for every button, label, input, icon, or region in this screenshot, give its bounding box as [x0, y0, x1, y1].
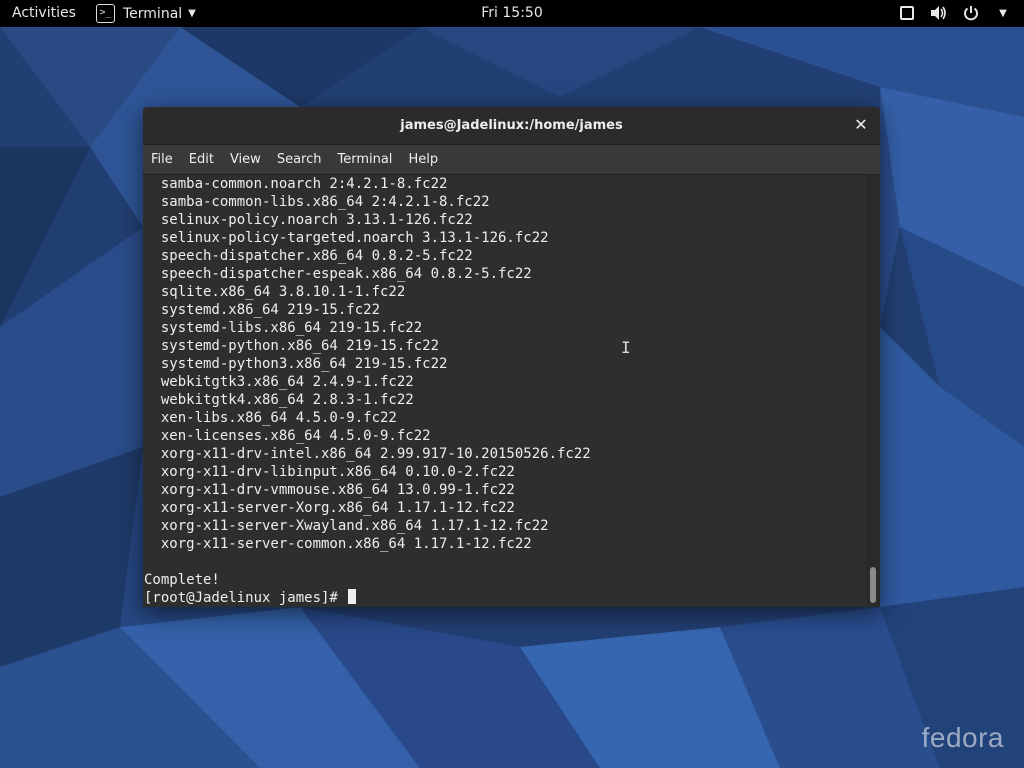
window-title: james@Jadelinux:/home/james	[400, 118, 623, 133]
chevron-down-icon[interactable]: ▼	[994, 4, 1012, 22]
terminal-line: systemd.x86_64 219-15.fc22	[144, 302, 381, 318]
text-cursor	[348, 589, 357, 604]
terminal-line: selinux-policy.noarch 3.13.1-126.fc22	[144, 212, 473, 228]
terminal-line: systemd-libs.x86_64 219-15.fc22	[144, 320, 423, 336]
terminal-output[interactable]: samba-common.noarch 2:4.2.1-8.fc22 samba…	[143, 175, 866, 607]
terminal-prompt-line: [root@Jadelinux james]#	[144, 589, 357, 607]
mouse-ibeam-cursor-icon: I	[621, 338, 631, 357]
app-menu-label: Terminal	[123, 5, 183, 22]
menu-view[interactable]: View	[222, 145, 269, 174]
fedora-logo: fedora	[921, 722, 1004, 753]
terminal-line: samba-common.noarch 2:4.2.1-8.fc22	[144, 176, 448, 192]
terminal-line: webkitgtk4.x86_64 2.8.3-1.fc22	[144, 392, 414, 408]
terminal-line: speech-dispatcher.x86_64 0.8.2-5.fc22	[144, 248, 473, 264]
terminal-line: sqlite.x86_64 3.8.10.1-1.fc22	[144, 284, 406, 300]
scrollbar-thumb[interactable]	[870, 567, 876, 603]
terminal-line: webkitgtk3.x86_64 2.4.9-1.fc22	[144, 374, 414, 390]
menu-file[interactable]: File	[143, 145, 181, 174]
terminal-line: selinux-policy-targeted.noarch 3.13.1-12…	[144, 230, 549, 246]
volume-icon[interactable]	[930, 4, 948, 22]
close-button[interactable]: ✕	[852, 116, 870, 134]
terminal-prompt: [root@Jadelinux james]#	[144, 590, 347, 606]
power-icon[interactable]	[962, 4, 980, 22]
terminal-line: xorg-x11-server-common.x86_64 1.17.1-12.…	[144, 536, 532, 552]
terminal-line: xen-libs.x86_64 4.5.0-9.fc22	[144, 410, 397, 426]
window-icon[interactable]	[898, 4, 916, 22]
menu-bar: File Edit View Search Terminal Help	[143, 145, 880, 175]
terminal-app-icon: >_	[96, 4, 115, 23]
terminal-line: xorg-x11-server-Xwayland.x86_64 1.17.1-1…	[144, 518, 549, 534]
terminal-line: xorg-x11-drv-vmmouse.x86_64 13.0.99-1.fc…	[144, 482, 515, 498]
terminal-line: systemd-python.x86_64 219-15.fc22	[144, 338, 440, 354]
terminal-line: speech-dispatcher-espeak.x86_64 0.8.2-5.…	[144, 266, 532, 282]
terminal-line: systemd-python3.x86_64 219-15.fc22	[144, 356, 448, 372]
clock-button[interactable]: Fri 15:50	[481, 5, 542, 21]
app-menu-button[interactable]: >_ Terminal ▼	[96, 3, 196, 24]
menu-edit[interactable]: Edit	[181, 145, 222, 174]
window-titlebar[interactable]: james@Jadelinux:/home/james ✕	[143, 107, 880, 145]
top-bar: Activities >_ Terminal ▼ Fri 15:50 ▼	[0, 0, 1024, 27]
menu-terminal[interactable]: Terminal	[329, 145, 400, 174]
menu-help[interactable]: Help	[400, 145, 446, 174]
terminal-line: xorg-x11-drv-intel.x86_64 2.99.917-10.20…	[144, 446, 591, 462]
terminal-line: xorg-x11-server-Xorg.x86_64 1.17.1-12.fc…	[144, 500, 515, 516]
status-area[interactable]: ▼	[898, 4, 1012, 22]
terminal-line: Complete!	[144, 572, 220, 588]
terminal-line: samba-common-libs.x86_64 2:4.2.1-8.fc22	[144, 194, 490, 210]
terminal-line: xorg-x11-drv-libinput.x86_64 0.10.0-2.fc…	[144, 464, 515, 480]
activities-button[interactable]: Activities	[12, 5, 76, 21]
menu-search[interactable]: Search	[269, 145, 330, 174]
chevron-down-icon: ▼	[188, 8, 196, 19]
terminal-scrollbar[interactable]	[866, 175, 880, 607]
terminal-line: xen-licenses.x86_64 4.5.0-9.fc22	[144, 428, 431, 444]
